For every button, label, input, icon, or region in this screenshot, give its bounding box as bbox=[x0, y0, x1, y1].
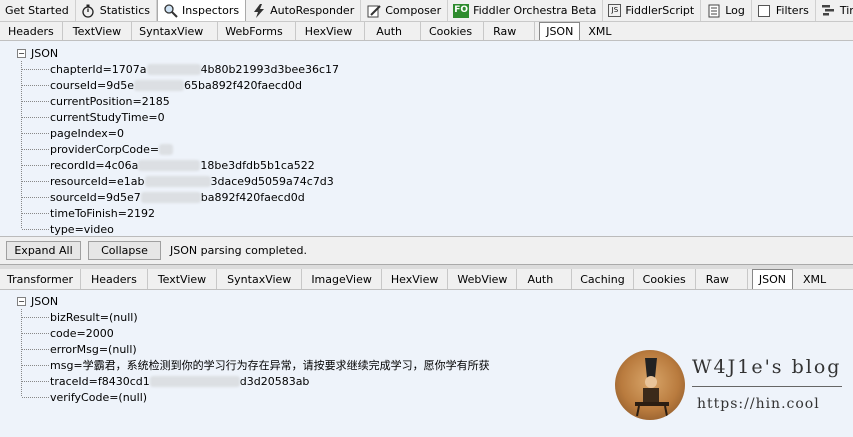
request-inspector-tabs: Headers TextView SyntaxView WebForms Hex… bbox=[0, 22, 853, 41]
top-tab-bar: Get Started Statistics Inspectors AutoRe… bbox=[0, 0, 853, 22]
pencil-icon bbox=[366, 3, 381, 18]
tab-statistics[interactable]: Statistics bbox=[76, 0, 158, 21]
req-tab-headers[interactable]: Headers bbox=[0, 22, 63, 40]
collapse-button[interactable]: Collapse bbox=[88, 241, 161, 260]
resp-tab-raw[interactable]: Raw bbox=[696, 269, 748, 289]
resp-tab-imageview[interactable]: ImageView bbox=[302, 269, 382, 289]
redacted-blur bbox=[149, 375, 240, 387]
collapse-toggle-icon[interactable]: − bbox=[17, 296, 26, 306]
json-toolbar: Expand All Collapse JSON parsing complet… bbox=[0, 237, 853, 265]
tab-fiddlerscript[interactable]: JS FiddlerScript bbox=[603, 0, 702, 21]
tree-node[interactable]: resourceId=e1ab 3dace9d5059a74c7d3 bbox=[22, 173, 334, 189]
resp-tab-syntaxview[interactable]: SyntaxView bbox=[217, 269, 303, 289]
parse-status-text: JSON parsing completed. bbox=[170, 244, 307, 257]
req-tab-xml[interactable]: XML bbox=[580, 22, 619, 40]
resp-tab-webview[interactable]: WebView bbox=[448, 269, 518, 289]
tree-node[interactable]: chapterId=1707a 4b80b21993d3bee36c17 bbox=[22, 61, 339, 77]
tab-log[interactable]: Log bbox=[701, 0, 752, 21]
tree-node[interactable]: verifyCode=(null) bbox=[22, 389, 147, 405]
request-json-tree[interactable]: − JSON chapterId=1707a 4b80b21993d3bee36c… bbox=[0, 41, 853, 237]
tree-node[interactable]: sourceId=9d5e7 ba892f420faecd0d bbox=[22, 189, 305, 205]
tree-root[interactable]: − JSON bbox=[17, 45, 58, 61]
resp-tab-textview[interactable]: TextView bbox=[148, 269, 218, 289]
redacted-blur bbox=[140, 191, 201, 203]
req-tab-cookies[interactable]: Cookies bbox=[421, 22, 485, 40]
req-tab-webforms[interactable]: WebForms bbox=[218, 22, 296, 40]
fo-icon: FO bbox=[453, 3, 470, 18]
resp-tab-caching[interactable]: Caching bbox=[572, 269, 634, 289]
resp-tab-xml[interactable]: XML bbox=[793, 269, 836, 289]
tab-inspectors[interactable]: Inspectors bbox=[157, 0, 247, 21]
tab-autoresponder[interactable]: AutoResponder bbox=[246, 0, 362, 21]
resp-tab-hexview[interactable]: HexView bbox=[382, 269, 449, 289]
tab-fiddler-orchestra[interactable]: FO Fiddler Orchestra Beta bbox=[448, 0, 604, 21]
blog-title: W4J1e's blog bbox=[692, 356, 842, 378]
req-tab-raw[interactable]: Raw bbox=[484, 22, 536, 40]
expand-all-button[interactable]: Expand All bbox=[6, 241, 81, 260]
tree-node[interactable]: providerCorpCode= bbox=[22, 141, 174, 157]
blog-divider bbox=[692, 386, 842, 387]
tree-node[interactable]: code=2000 bbox=[22, 325, 114, 341]
stopwatch-icon bbox=[81, 3, 96, 18]
resp-tab-json[interactable]: JSON bbox=[751, 269, 794, 289]
tree-node[interactable]: timeToFinish=2192 bbox=[22, 205, 155, 221]
log-icon bbox=[706, 3, 721, 18]
tree-node[interactable]: type=video bbox=[22, 221, 114, 236]
response-inspector-tabs: Transformer Headers TextView SyntaxView … bbox=[0, 269, 853, 290]
tab-timeline[interactable]: Timeline bbox=[816, 0, 853, 21]
tab-composer[interactable]: Composer bbox=[361, 0, 449, 21]
req-tab-syntaxview[interactable]: SyntaxView bbox=[132, 22, 219, 40]
tree-node[interactable]: bizResult=(null) bbox=[22, 309, 138, 325]
req-tab-textview[interactable]: TextView bbox=[63, 22, 133, 40]
resp-tab-cookies[interactable]: Cookies bbox=[634, 269, 696, 289]
redacted-blur bbox=[138, 159, 201, 171]
redacted-blur bbox=[146, 63, 201, 75]
resp-tab-auth[interactable]: Auth bbox=[517, 269, 573, 289]
req-tab-hexview[interactable]: HexView bbox=[296, 22, 366, 40]
resp-tab-transformer[interactable]: Transformer bbox=[0, 269, 82, 289]
tree-node[interactable]: pageIndex=0 bbox=[22, 125, 124, 141]
timeline-icon bbox=[821, 3, 836, 18]
js-icon: JS bbox=[608, 4, 622, 17]
tree-node[interactable]: traceId=f8430cd1 d3d20583ab bbox=[22, 373, 309, 389]
tab-get-started[interactable]: Get Started bbox=[0, 0, 76, 21]
resp-tab-headers[interactable]: Headers bbox=[81, 269, 148, 289]
redacted-blur bbox=[159, 143, 174, 155]
redacted-blur bbox=[133, 79, 184, 91]
tree-node[interactable]: courseId=9d5e 65ba892f420faecd0d bbox=[22, 77, 302, 93]
magnifier-icon bbox=[163, 3, 178, 18]
blog-avatar bbox=[615, 350, 685, 420]
redacted-blur bbox=[144, 175, 211, 187]
tree-node[interactable]: msg=学霸君，系统检测到你的学习行为存在异常，请按要求继续完成学习，愿你学有所… bbox=[22, 357, 490, 373]
tree-node[interactable]: currentPosition=2185 bbox=[22, 93, 170, 109]
req-tab-auth[interactable]: Auth bbox=[365, 22, 421, 40]
tab-filters[interactable]: Filters bbox=[752, 0, 816, 21]
tree-root[interactable]: − JSON bbox=[17, 293, 58, 309]
tree-node[interactable]: errorMsg=(null) bbox=[22, 341, 137, 357]
req-tab-json[interactable]: JSON bbox=[539, 22, 581, 40]
tree-node[interactable]: currentStudyTime=0 bbox=[22, 109, 165, 125]
lightning-icon bbox=[251, 3, 266, 18]
blog-url: https://hin.cool bbox=[697, 396, 820, 412]
checkbox-icon[interactable] bbox=[758, 4, 771, 17]
tree-node[interactable]: recordId=4c06a 18be3dfdb5b1ca522 bbox=[22, 157, 315, 173]
collapse-toggle-icon[interactable]: − bbox=[17, 48, 26, 58]
